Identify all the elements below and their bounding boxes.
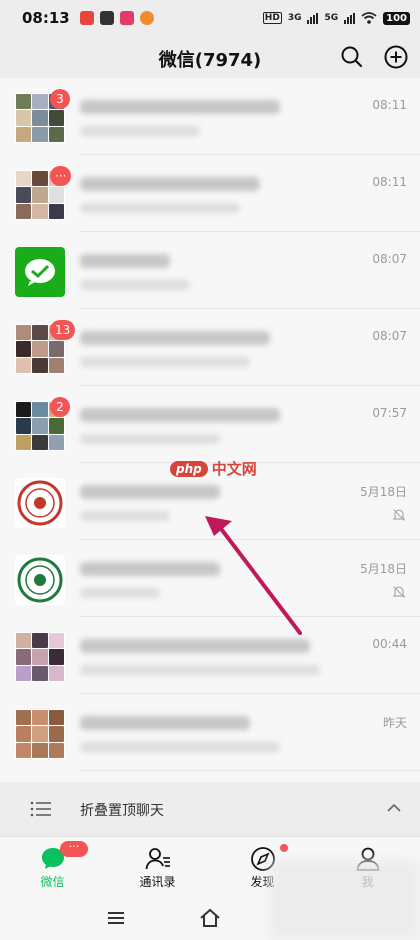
avatar [15, 247, 65, 297]
wifi-icon [361, 12, 377, 24]
chat-preview-redacted [80, 511, 170, 521]
row-divider [80, 770, 420, 771]
chat-row[interactable]: 00:44 [0, 617, 420, 694]
chat-row[interactable]: 2 07:57 [0, 386, 420, 463]
tab-label: 通讯录 [139, 875, 176, 889]
avatar [15, 709, 65, 759]
tab-contacts[interactable]: 通讯录 [105, 837, 210, 895]
seal-icon [17, 480, 63, 526]
chat-row[interactable]: ··· 08:11 [0, 155, 420, 232]
chat-time: 5月18日 [360, 485, 407, 499]
app-icon-pink [119, 11, 134, 25]
avatar [15, 632, 65, 682]
contacts-icon [145, 848, 170, 870]
chat-name-redacted [80, 562, 220, 576]
corner-blur [270, 860, 420, 940]
avatar [15, 478, 65, 528]
tab-label: 微信 [40, 875, 65, 889]
wechat-pay-icon [25, 259, 55, 286]
chat-time: 08:11 [372, 98, 407, 112]
app-icon-dark [99, 11, 114, 25]
watermark-text: 中文网 [211, 460, 257, 478]
chat-time: 00:44 [372, 637, 407, 651]
chat-preview-redacted [80, 588, 160, 598]
app-icon-orange [139, 11, 154, 25]
app-icon-red [79, 11, 94, 25]
menu-icon[interactable] [104, 906, 128, 930]
watermark: php 中文网 [170, 458, 257, 479]
chat-name-redacted [80, 639, 310, 653]
signal-icon [307, 12, 319, 24]
home-icon[interactable] [198, 906, 222, 930]
chat-time: 08:11 [372, 175, 407, 189]
avatar [15, 555, 65, 605]
seal-icon [17, 557, 63, 603]
chat-preview-redacted [80, 357, 250, 367]
network-3g: 3G [287, 13, 302, 23]
discover-dot [280, 844, 288, 852]
unread-badge: ··· [50, 166, 72, 186]
fold-pinned-chats[interactable]: 折叠置顶聊天 [0, 782, 420, 836]
chat-time: 08:07 [372, 252, 407, 266]
chat-row[interactable]: 08:07 [0, 232, 420, 309]
unread-badge: 2 [50, 397, 70, 417]
tab-chats[interactable]: ··· 微信 [0, 837, 105, 895]
status-indicators: HD 3G 5G 100 [262, 11, 410, 25]
signal-icon-2 [344, 12, 356, 24]
status-time: 08:13 [22, 9, 70, 27]
chat-row[interactable]: 5月18日 [0, 540, 420, 617]
plus-circle-icon[interactable] [383, 44, 409, 70]
chevron-up-icon[interactable] [386, 803, 402, 813]
chat-name-redacted [80, 331, 270, 345]
chat-name-redacted [80, 408, 280, 422]
chat-list[interactable]: 3 08:11 ··· 08:11 08:07 13 08:07 2 07:57 5月18日 5月1… [0, 78, 420, 782]
chat-name-redacted [80, 254, 170, 268]
chat-row[interactable]: 3 08:11 [0, 78, 420, 155]
chat-row[interactable]: 昨天 [0, 694, 420, 771]
chat-row[interactable]: 13 08:07 [0, 309, 420, 386]
chat-name-redacted [80, 100, 280, 114]
chat-preview-redacted [80, 280, 190, 290]
chat-name-redacted [80, 485, 220, 499]
chat-preview-redacted [80, 742, 280, 752]
network-hd: HD [262, 12, 282, 24]
mute-bell-icon [392, 586, 406, 598]
chat-preview-redacted [80, 665, 320, 675]
chat-time: 07:57 [372, 406, 407, 420]
search-icon[interactable] [339, 44, 365, 70]
battery-indicator: 100 [383, 11, 410, 25]
chat-name-redacted [80, 177, 260, 191]
watermark-logo: php [170, 460, 208, 477]
chat-time: 昨天 [382, 716, 407, 730]
chat-time: 5月18日 [360, 562, 407, 576]
tab-chats-badge: ··· [60, 841, 88, 857]
chat-preview-redacted [80, 434, 220, 444]
network-5g: 5G [324, 13, 339, 23]
fold-label: 折叠置顶聊天 [80, 803, 164, 819]
chat-name-redacted [80, 716, 250, 730]
chat-preview-redacted [80, 126, 200, 136]
chat-preview-redacted [80, 203, 240, 213]
mute-bell-icon [392, 509, 406, 521]
status-bar: 08:13 HD 3G 5G 100 [0, 0, 420, 36]
unread-badge: 3 [50, 89, 70, 109]
unread-badge: 13 [50, 320, 76, 340]
list-icon [30, 801, 51, 817]
app-header: 微信(7974) [0, 36, 420, 78]
chat-time: 08:07 [372, 329, 407, 343]
